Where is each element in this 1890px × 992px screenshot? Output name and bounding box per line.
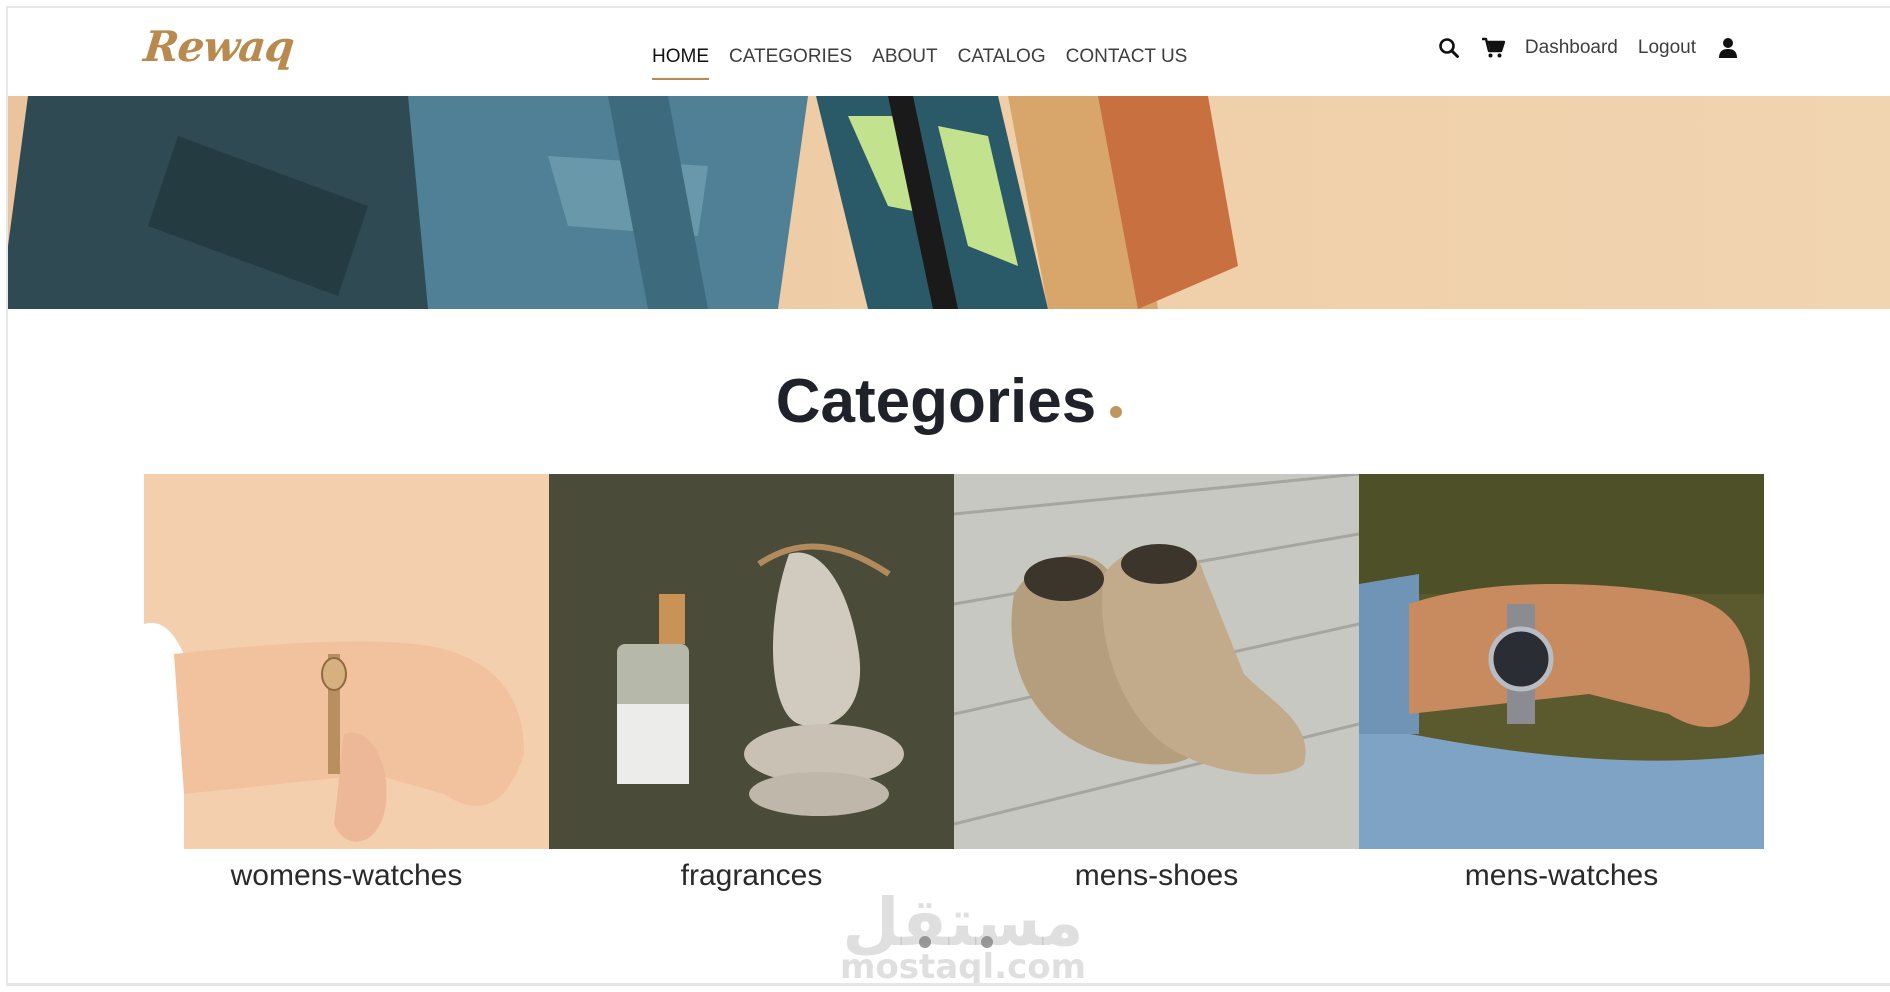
dashboard-link[interactable]: Dashboard: [1525, 37, 1618, 59]
category-card-womens-watches[interactable]: womens-watches: [144, 474, 549, 893]
site-logo[interactable]: Rewaq: [141, 22, 296, 71]
nav-item-about[interactable]: ABOUT: [862, 38, 947, 78]
watermark-latin: mostaql.com: [839, 947, 1087, 986]
nav-item-categories[interactable]: CATEGORIES: [719, 38, 862, 78]
cart-icon[interactable]: [1481, 36, 1505, 60]
main-nav: HOME CATEGORIES ABOUT CATALOG CONTACT US: [642, 38, 1198, 80]
search-icon[interactable]: [1437, 36, 1461, 60]
nav-item-catalog[interactable]: CATALOG: [948, 38, 1056, 78]
logout-link[interactable]: Logout: [1638, 37, 1696, 59]
carousel-dot[interactable]: [919, 936, 931, 948]
user-icon[interactable]: [1716, 36, 1740, 60]
perfume-bottle-photo: [549, 474, 954, 849]
page-frame: Rewaq HOME CATEGORIES ABOUT CATALOG CONT…: [6, 6, 1890, 986]
category-card-mens-watches[interactable]: mens-watches: [1359, 474, 1764, 893]
category-card-mens-shoes[interactable]: mens-shoes: [954, 474, 1359, 893]
womens-watch-photo: [144, 474, 549, 849]
carousel-dot[interactable]: [981, 936, 993, 948]
header-utilities: Dashboard Logout: [1437, 36, 1740, 60]
category-label: fragrances: [680, 859, 823, 892]
categories-title: Categories: [775, 367, 1097, 436]
category-carousel: womens-watches fragrances mens-shoes men…: [144, 474, 1764, 893]
hero-banner: [8, 96, 1890, 309]
categories-heading: Categories: [8, 366, 1890, 437]
site-header: Rewaq HOME CATEGORIES ABOUT CATALOG CONT…: [8, 8, 1890, 96]
title-accent-dot: [1110, 406, 1123, 418]
category-card-fragrances[interactable]: fragrances: [549, 474, 954, 893]
shopping-bags-banner-image: [8, 96, 1890, 309]
category-label: mens-shoes: [1074, 859, 1239, 892]
mens-watch-photo: [1359, 474, 1764, 849]
carousel-pagination: [919, 936, 993, 948]
nav-item-contact-us[interactable]: CONTACT US: [1056, 38, 1198, 78]
nav-item-home[interactable]: HOME: [642, 38, 719, 80]
suede-boots-photo: [954, 474, 1359, 849]
category-label: womens-watches: [230, 859, 463, 892]
category-label: mens-watches: [1464, 859, 1659, 892]
